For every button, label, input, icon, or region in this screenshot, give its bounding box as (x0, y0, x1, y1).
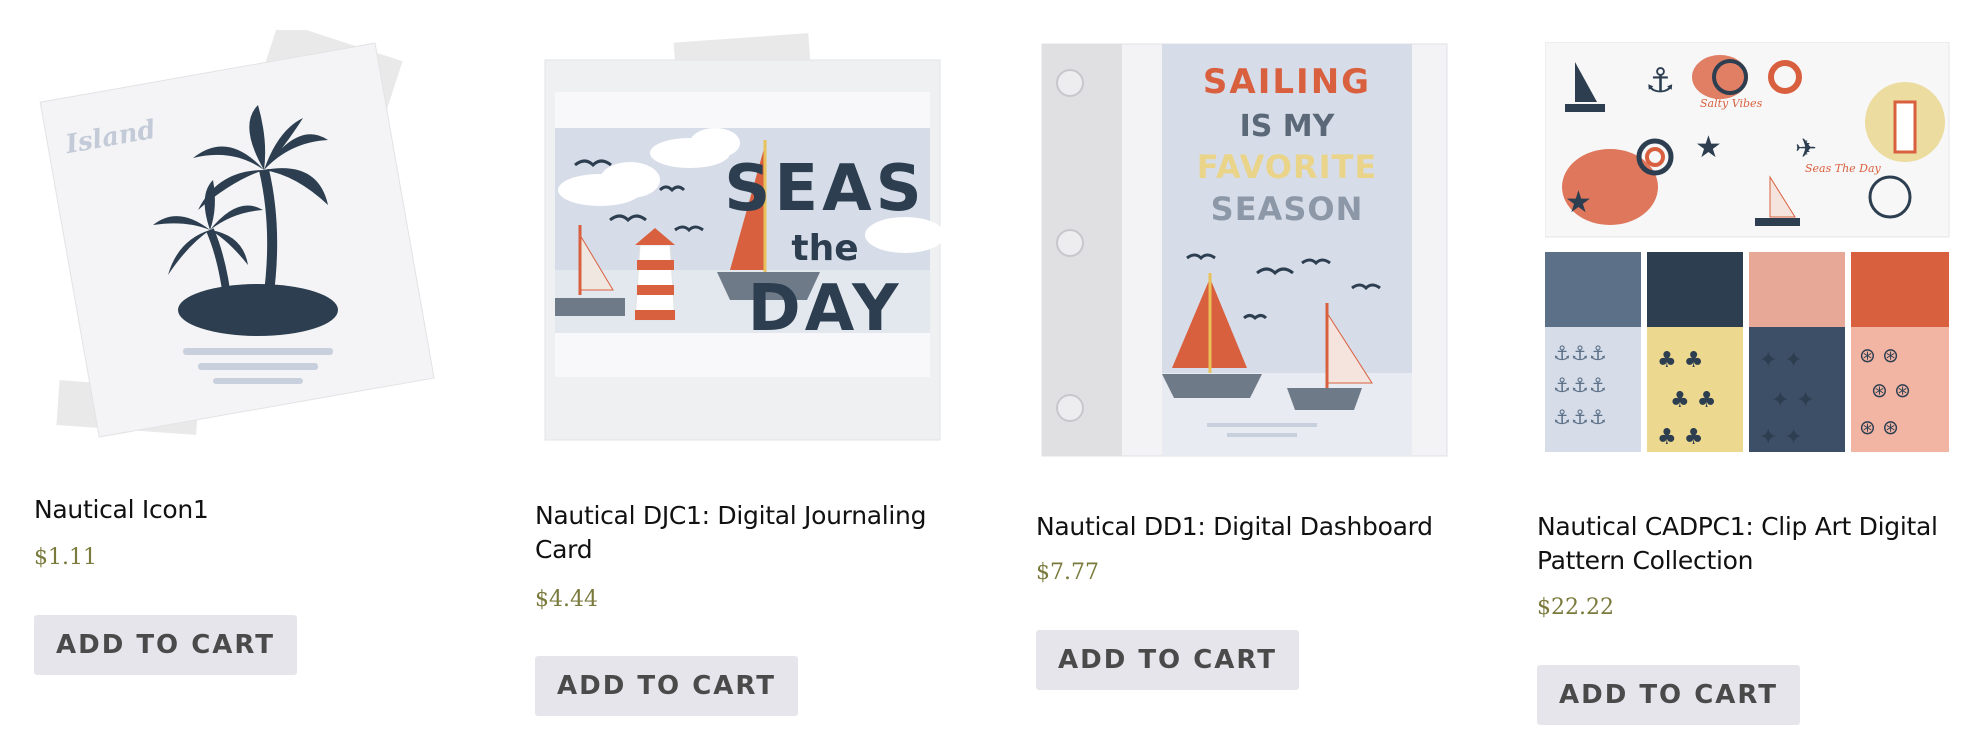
product-title[interactable]: Nautical DD1: Digital Dashboard (1036, 510, 1466, 544)
svg-text:♣ ♣: ♣ ♣ (1670, 388, 1716, 413)
product-title[interactable]: Nautical DJC1: Digital Journaling Card (535, 499, 935, 567)
svg-text:✦ ✦: ✦ ✦ (1759, 348, 1803, 373)
the-label: the (791, 228, 858, 269)
product-title[interactable]: Nautical Icon1 (34, 493, 464, 527)
svg-text:♣ ♣: ♣ ♣ (1657, 348, 1703, 373)
product-card: SEAS the DAY Nautical DJC1: Digital Jour… (535, 0, 975, 720)
svg-text:⊛ ⊛: ⊛ ⊛ (1871, 378, 1911, 402)
add-to-cart-button[interactable]: ADD TO CART (1537, 665, 1800, 725)
svg-text:♣ ♣: ♣ ♣ (1657, 425, 1703, 450)
sailing-dashboard-icon: SAILING IS MY FAVORITE SEASON (1041, 43, 1448, 457)
sailing-label: SAILING (1203, 62, 1371, 102)
svg-text:⊛ ⊛: ⊛ ⊛ (1859, 415, 1899, 439)
product-price: $7.77 (1036, 560, 1099, 585)
svg-text:✈: ✈ (1795, 134, 1817, 164)
product-grid: Island Nautical Icon1 $1.11 ADD TO CART … (0, 0, 1978, 750)
product-title[interactable]: Nautical CADPC1: Clip Art Digital Patter… (1537, 510, 1957, 578)
product-image[interactable]: Island (28, 30, 448, 470)
product-card: Island Nautical Icon1 $1.11 ADD TO CART (34, 0, 474, 700)
salty-vibes-label: Salty Vibes (1700, 97, 1763, 110)
svg-text:⊛ ⊛: ⊛ ⊛ (1859, 343, 1899, 367)
add-to-cart-button[interactable]: ADD TO CART (34, 615, 297, 675)
seas-label: SEAS (724, 152, 925, 226)
svg-text:⚓⚓⚓: ⚓⚓⚓ (1553, 373, 1607, 397)
svg-text:⚓: ⚓ (1645, 61, 1675, 101)
product-image[interactable]: ⚓ ★ ✈ ★ Salty Vibes Seas The Day ⚓⚓⚓ ⚓⚓⚓… (1545, 42, 1965, 482)
svg-text:✦ ✦: ✦ ✦ (1759, 425, 1803, 450)
product-price: $4.44 (535, 587, 598, 612)
product-image[interactable]: SEAS the DAY (535, 30, 955, 470)
product-price: $22.22 (1537, 595, 1614, 620)
svg-text:⚓⚓⚓: ⚓⚓⚓ (1553, 405, 1607, 429)
product-image[interactable]: SAILING IS MY FAVORITE SEASON (1032, 38, 1452, 478)
clip-art-pattern-collection-icon: ⚓ ★ ✈ ★ Salty Vibes Seas The Day ⚓⚓⚓ ⚓⚓⚓… (1545, 42, 1950, 452)
is-my-label: IS MY (1240, 109, 1336, 144)
svg-text:✦ ✦: ✦ ✦ (1771, 388, 1815, 413)
product-card: ⚓ ★ ✈ ★ Salty Vibes Seas The Day ⚓⚓⚓ ⚓⚓⚓… (1537, 0, 1977, 740)
day-label: DAY (748, 272, 903, 346)
svg-text:⚓⚓⚓: ⚓⚓⚓ (1553, 341, 1607, 365)
svg-text:★: ★ (1565, 185, 1592, 220)
product-card: SAILING IS MY FAVORITE SEASON Nautical D… (1036, 0, 1476, 720)
favorite-label: FAVORITE (1197, 148, 1377, 186)
svg-text:★: ★ (1695, 130, 1722, 165)
palm-island-icon: Island (39, 30, 435, 438)
season-label: SEASON (1211, 190, 1364, 228)
seas-the-day-card-icon: SEAS the DAY (544, 33, 945, 441)
product-price: $1.11 (34, 545, 97, 570)
add-to-cart-button[interactable]: ADD TO CART (1036, 630, 1299, 690)
seas-the-day-label: Seas The Day (1805, 162, 1882, 175)
add-to-cart-button[interactable]: ADD TO CART (535, 656, 798, 716)
